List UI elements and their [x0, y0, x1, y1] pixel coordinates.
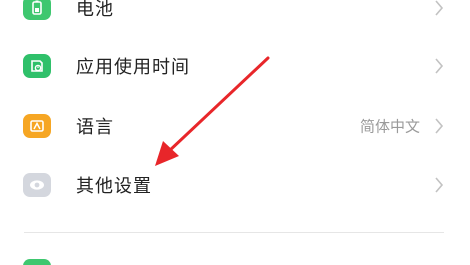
language-value: 简体中文 — [359, 117, 420, 136]
chevron-right-icon — [435, 0, 444, 16]
settings-item-other-settings[interactable]: 其他设置 — [0, 159, 470, 211]
settings-item-app-usage[interactable]: 应用使用时间 — [0, 40, 470, 92]
battery-icon — [23, 0, 51, 20]
language-icon — [23, 114, 51, 138]
app-usage-icon — [23, 54, 51, 78]
chevron-right-icon — [435, 118, 444, 134]
other-settings-icon — [23, 173, 51, 197]
settings-item-label: 语言 — [76, 117, 114, 138]
chevron-right-icon — [435, 177, 444, 193]
chevron-right-icon — [435, 58, 444, 74]
settings-screen: 电池 应用使用时间 语言 简体中文 其他设置 — [0, 0, 470, 265]
settings-item-language[interactable]: 语言 简体中文 — [0, 100, 470, 152]
settings-item-label: 电池 — [76, 0, 114, 20]
settings-item-battery[interactable]: 电池 — [0, 0, 470, 34]
section-divider — [24, 232, 444, 233]
next-item-icon — [23, 259, 51, 265]
settings-item-label: 其他设置 — [76, 176, 152, 197]
settings-item-label: 应用使用时间 — [76, 57, 190, 78]
